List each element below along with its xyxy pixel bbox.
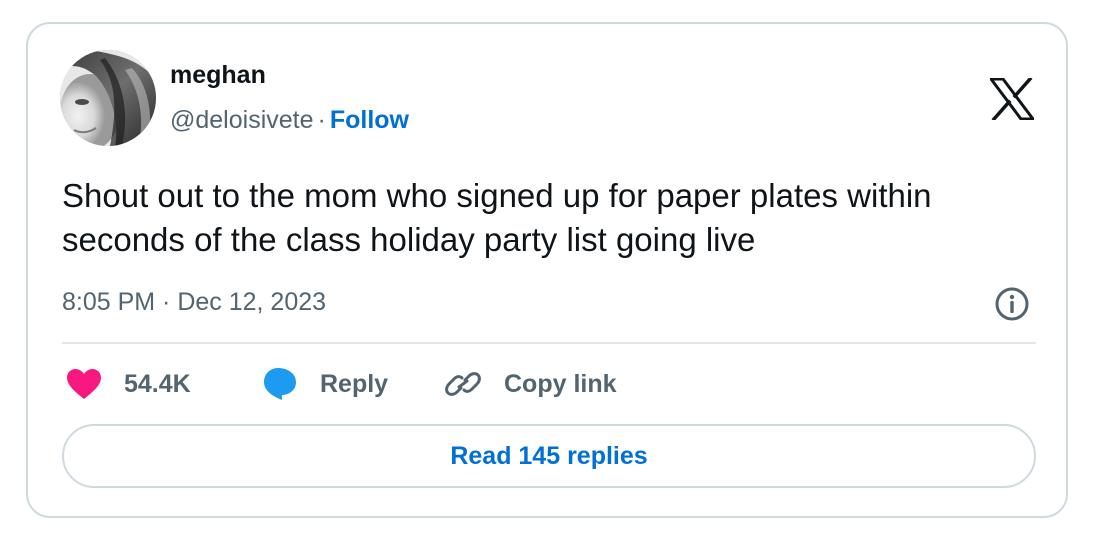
like-button[interactable]: 54.4K <box>66 366 191 402</box>
read-replies-button[interactable]: Read 145 replies <box>62 424 1036 488</box>
link-icon <box>445 372 481 396</box>
handle-row: @deloisivete · Follow <box>170 104 409 136</box>
avatar[interactable] <box>60 50 156 146</box>
x-logo-icon[interactable] <box>988 76 1036 122</box>
info-icon[interactable] <box>994 286 1030 322</box>
divider <box>62 342 1036 344</box>
reply-button[interactable]: Reply <box>262 366 388 402</box>
heart-icon <box>67 369 101 399</box>
author-handle[interactable]: @deloisivete <box>170 106 314 134</box>
reply-label: Reply <box>320 369 389 398</box>
separator-dot: · <box>317 106 326 134</box>
author-name[interactable]: meghan <box>170 60 266 90</box>
tweet-timestamp[interactable]: 8:05 PM · Dec 12, 2023 <box>62 286 326 318</box>
tweet-text: Shout out to the mom who signed up for p… <box>62 177 932 258</box>
follow-link[interactable]: Follow <box>330 106 409 134</box>
copy-link-label: Copy link <box>504 369 617 398</box>
tweet-card: meghan @deloisivete · Follow Shout out to … <box>26 22 1068 518</box>
copy-link-button[interactable]: Copy link <box>444 366 617 402</box>
speech-bubble-icon <box>264 368 296 400</box>
like-count: 54.4K <box>124 369 191 398</box>
